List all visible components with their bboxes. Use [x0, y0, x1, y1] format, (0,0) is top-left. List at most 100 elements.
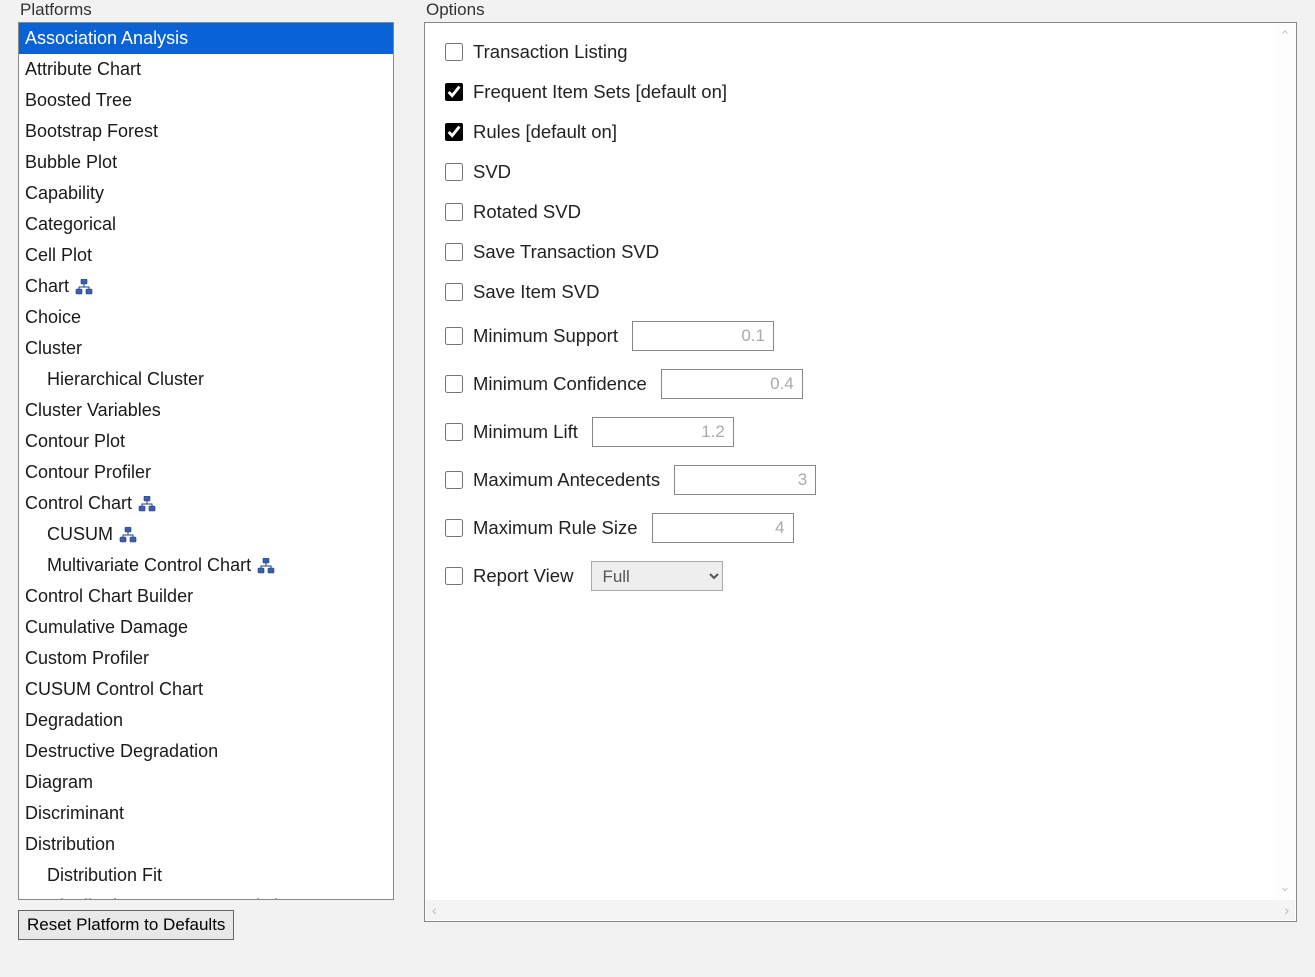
platform-item[interactable]: Control Chart Builder	[19, 581, 393, 612]
option-row: Save Item SVD	[445, 281, 1276, 303]
platform-item[interactable]: Cell Plot	[19, 240, 393, 271]
scroll-right-icon[interactable]: ›	[1284, 902, 1289, 918]
platform-item-label: Bubble Plot	[25, 149, 117, 176]
platform-item-label: Choice	[25, 304, 81, 331]
option-label: Rotated SVD	[473, 201, 581, 223]
option-row: Maximum Rule Size	[445, 513, 1276, 543]
platform-item[interactable]: Distribution Summary Statistics	[19, 891, 393, 899]
platform-item[interactable]: Hierarchical Cluster	[19, 364, 393, 395]
platform-item[interactable]: Bubble Plot	[19, 147, 393, 178]
platform-item[interactable]: Cluster Variables	[19, 395, 393, 426]
platform-item-label: Categorical	[25, 211, 116, 238]
platform-item[interactable]: Categorical	[19, 209, 393, 240]
hierarchy-icon	[257, 558, 275, 574]
platform-item-label: Multivariate Control Chart	[47, 552, 251, 579]
hierarchy-icon	[75, 279, 93, 295]
platform-item[interactable]: CUSUM Control Chart	[19, 674, 393, 705]
option-value-input[interactable]	[652, 513, 794, 543]
option-label: SVD	[473, 161, 511, 183]
option-checkbox[interactable]	[445, 519, 463, 537]
platform-item[interactable]: Destructive Degradation	[19, 736, 393, 767]
platform-item-label: Distribution Summary Statistics	[47, 893, 296, 899]
option-label: Frequent Item Sets [default on]	[473, 81, 727, 103]
option-checkbox[interactable]	[445, 423, 463, 441]
platform-item[interactable]: Distribution Fit	[19, 860, 393, 891]
platform-item-label: Contour Plot	[25, 428, 125, 455]
option-value-input[interactable]	[661, 369, 803, 399]
platform-item[interactable]: Association Analysis	[19, 23, 393, 54]
platform-item[interactable]: Attribute Chart	[19, 54, 393, 85]
option-checkbox[interactable]	[445, 283, 463, 301]
platform-item-label: CUSUM Control Chart	[25, 676, 203, 703]
reset-platform-button[interactable]: Reset Platform to Defaults	[18, 910, 234, 940]
option-label: Rules [default on]	[473, 121, 617, 143]
scroll-up-icon[interactable]: ⌃	[1280, 28, 1291, 44]
platform-item[interactable]: Bootstrap Forest	[19, 116, 393, 147]
platform-item[interactable]: Distribution	[19, 829, 393, 860]
platform-item[interactable]: Contour Plot	[19, 426, 393, 457]
platform-item-label: Association Analysis	[25, 25, 188, 52]
option-select[interactable]: Full	[591, 561, 723, 591]
platform-item-label: Discriminant	[25, 800, 124, 827]
platform-item[interactable]: Discriminant	[19, 798, 393, 829]
option-checkbox[interactable]	[445, 567, 463, 585]
option-checkbox[interactable]	[445, 375, 463, 393]
platform-item-label: Capability	[25, 180, 104, 207]
option-checkbox[interactable]	[445, 203, 463, 221]
option-label: Save Transaction SVD	[473, 241, 659, 263]
platform-item-label: Hierarchical Cluster	[47, 366, 204, 393]
platform-item-label: Cumulative Damage	[25, 614, 188, 641]
platform-item-label: Destructive Degradation	[25, 738, 218, 765]
platform-item[interactable]: Choice	[19, 302, 393, 333]
option-checkbox[interactable]	[445, 123, 463, 141]
platform-item[interactable]: Chart	[19, 271, 393, 302]
platform-item-label: Cell Plot	[25, 242, 92, 269]
option-label: Maximum Rule Size	[473, 517, 638, 539]
platform-item-label: Contour Profiler	[25, 459, 151, 486]
option-row: Report ViewFull	[445, 561, 1276, 591]
platform-item[interactable]: Custom Profiler	[19, 643, 393, 674]
platform-item[interactable]: Cumulative Damage	[19, 612, 393, 643]
platform-item-label: Degradation	[25, 707, 123, 734]
platform-item-label: Attribute Chart	[25, 56, 141, 83]
option-row: SVD	[445, 161, 1276, 183]
platform-item[interactable]: Cluster	[19, 333, 393, 364]
options-vertical-scrollbar[interactable]: ⌃ ⌄	[1275, 24, 1295, 899]
platform-item-label: Bootstrap Forest	[25, 118, 158, 145]
option-row: Maximum Antecedents	[445, 465, 1276, 495]
option-checkbox[interactable]	[445, 83, 463, 101]
platform-item-label: CUSUM	[47, 521, 113, 548]
platform-item-label: Chart	[25, 273, 69, 300]
option-label: Minimum Support	[473, 325, 618, 347]
option-value-input[interactable]	[632, 321, 774, 351]
option-label: Minimum Confidence	[473, 373, 647, 395]
platform-item[interactable]: Boosted Tree	[19, 85, 393, 116]
platforms-label: Platforms	[18, 0, 394, 22]
options-label: Options	[424, 0, 1297, 22]
option-value-input[interactable]	[592, 417, 734, 447]
option-label: Transaction Listing	[473, 41, 628, 63]
options-horizontal-scrollbar[interactable]: ‹ ›	[426, 900, 1295, 920]
platform-item-label: Control Chart Builder	[25, 583, 193, 610]
platform-item[interactable]: Multivariate Control Chart	[19, 550, 393, 581]
platform-item-label: Cluster	[25, 335, 82, 362]
platform-item[interactable]: Control Chart	[19, 488, 393, 519]
scroll-down-icon[interactable]: ⌄	[1280, 879, 1291, 895]
option-value-input[interactable]	[674, 465, 816, 495]
platform-item[interactable]: Degradation	[19, 705, 393, 736]
platform-item-label: Distribution	[25, 831, 115, 858]
platform-item[interactable]: Contour Profiler	[19, 457, 393, 488]
platform-item[interactable]: CUSUM	[19, 519, 393, 550]
option-checkbox[interactable]	[445, 327, 463, 345]
platform-item-label: Custom Profiler	[25, 645, 149, 672]
option-checkbox[interactable]	[445, 43, 463, 61]
platform-item[interactable]: Capability	[19, 178, 393, 209]
scroll-left-icon[interactable]: ‹	[432, 902, 437, 918]
option-checkbox[interactable]	[445, 243, 463, 261]
option-checkbox[interactable]	[445, 471, 463, 489]
option-checkbox[interactable]	[445, 163, 463, 181]
option-row: Save Transaction SVD	[445, 241, 1276, 263]
platforms-list-scroll[interactable]: Association Analysis Attribute ChartBoost…	[19, 23, 393, 899]
platform-item[interactable]: Diagram	[19, 767, 393, 798]
options-panel: Transaction Listing Frequent Item Sets [d…	[424, 22, 1297, 922]
